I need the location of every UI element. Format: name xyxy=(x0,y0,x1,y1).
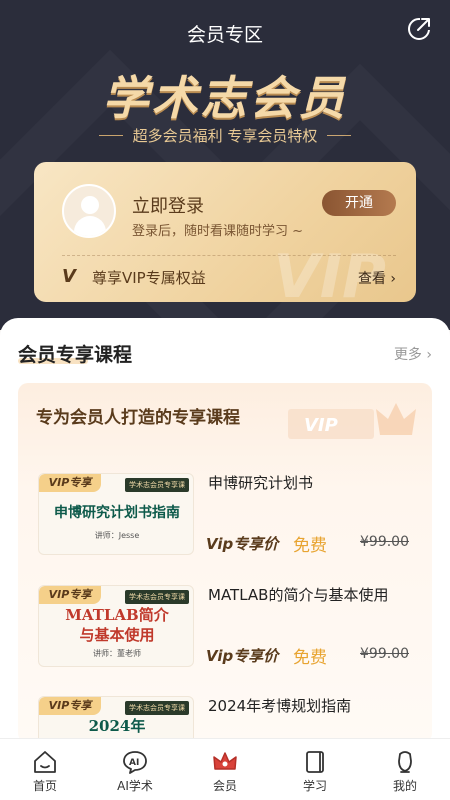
course-thumbnail[interactable]: VIP专享 学术志会员专享课 申博研究计划书指南 讲师：Jesse xyxy=(38,473,194,555)
brand-badge: 学术志会员专享课 xyxy=(125,590,189,604)
nav-label: 首页 xyxy=(32,779,57,793)
vip-benefits-text: 尊享VIP专属权益 xyxy=(92,269,206,287)
nav-item-ai[interactable]: AI AI学术 xyxy=(90,739,180,800)
lecturer: 讲师：Jesse xyxy=(94,531,140,540)
login-title[interactable]: 立即登录 xyxy=(132,192,204,218)
nav-label: 学习 xyxy=(302,779,327,793)
nav-item-home[interactable]: 首页 xyxy=(0,739,90,800)
course-name[interactable]: MATLAB的简介与基本使用 xyxy=(208,585,418,605)
course-name[interactable]: 2024年考博规划指南 xyxy=(208,696,418,716)
vip-tag: VIP专享 xyxy=(39,697,101,715)
member-card: VIP 立即登录 登录后，随时看课随时学习 ~ 开通 V 尊享VIP专属权益 查… xyxy=(34,162,416,302)
price: 免费 xyxy=(293,536,327,556)
nav-item-member[interactable]: 会员 xyxy=(180,739,270,800)
nav-item-study[interactable]: 学习 xyxy=(270,739,360,800)
course-box-title: 专为会员人打造的专享课程 xyxy=(36,408,240,428)
section-title: 会员专享课程 xyxy=(18,344,133,366)
page-title: 会员专区 xyxy=(186,24,263,46)
svg-text:AI: AI xyxy=(129,758,139,768)
vip-logo-icon: V xyxy=(62,266,76,287)
nav-item-mine[interactable]: 我的 xyxy=(360,739,450,800)
svg-text:VIP: VIP xyxy=(304,415,338,436)
bottom-nav: 首页 AI AI学术 会员 学习 我的 xyxy=(0,738,450,800)
thumb-title-line1: MATLAB简介 xyxy=(65,606,169,624)
vip-price-label: Vip专享价 xyxy=(206,647,279,665)
course-item[interactable]: VIP专享 学术志会员专享课 2024年 考博规划指南 2024年考博规划指南 xyxy=(38,696,418,743)
course-box: 专为会员人打造的专享课程 VIP VIP专享 学术志会员专享课 申博研究计划书指… xyxy=(18,383,432,743)
nav-label: 会员 xyxy=(212,779,237,793)
thumb-title-line1: 2024年 xyxy=(88,717,146,735)
thumb-title-line2: 与基本使用 xyxy=(79,626,155,644)
book-icon xyxy=(306,751,324,773)
brand-badge: 学术志会员专享课 xyxy=(125,478,189,492)
nav-label: 我的 xyxy=(392,779,417,793)
hero-subtitle-text: 超多会员福利 专享会员特权 xyxy=(132,127,318,145)
course-item[interactable]: VIP专享 学术志会员专享课 MATLAB简介 与基本使用 讲师：董老师 MAT… xyxy=(38,585,418,669)
hero-subtitle: 超多会员福利 专享会员特权 xyxy=(0,125,450,146)
price: 免费 xyxy=(293,648,327,668)
course-thumbnail[interactable]: VIP专享 学术志会员专享课 MATLAB简介 与基本使用 讲师：董老师 xyxy=(38,585,194,667)
hero-title: 学术志会员 xyxy=(102,71,348,125)
original-price: ¥99.00 xyxy=(360,646,409,662)
more-link[interactable]: 更多 › xyxy=(394,344,432,364)
view-benefits-link[interactable]: 查看 › xyxy=(358,268,396,288)
home-icon xyxy=(34,751,56,773)
vip-price-label: Vip专享价 xyxy=(206,535,279,553)
original-price: ¥99.00 xyxy=(360,534,409,550)
login-subtitle: 登录后，随时看课随时学习 ~ xyxy=(132,224,304,239)
share-icon[interactable] xyxy=(406,16,432,42)
nav-label: AI学术 xyxy=(117,779,153,793)
user-icon xyxy=(398,751,412,773)
course-thumbnail[interactable]: VIP专享 学术志会员专享课 2024年 考博规划指南 xyxy=(38,696,194,743)
course-item[interactable]: VIP专享 学术志会员专享课 申博研究计划书指南 讲师：Jesse 申博研究计划… xyxy=(38,473,418,557)
ai-icon: AI xyxy=(123,751,147,774)
brand-badge: 学术志会员专享课 xyxy=(125,701,189,715)
content-panel: 会员专享课程 更多 › 专为会员人打造的专享课程 VIP VIP专享 学术志会员… xyxy=(0,318,450,743)
course-name[interactable]: 申博研究计划书 xyxy=(208,473,418,493)
vip-crown-deco-icon: VIP xyxy=(288,403,416,439)
vip-tag: VIP专享 xyxy=(39,474,101,492)
avatar[interactable] xyxy=(62,184,116,238)
open-vip-button[interactable]: 开通 xyxy=(322,190,396,216)
vip-tag: VIP专享 xyxy=(39,586,101,604)
thumb-title: 申博研究计划书指南 xyxy=(54,505,180,521)
card-divider xyxy=(62,255,396,256)
lecturer: 讲师：董老师 xyxy=(93,649,141,658)
crown-icon xyxy=(213,752,237,770)
